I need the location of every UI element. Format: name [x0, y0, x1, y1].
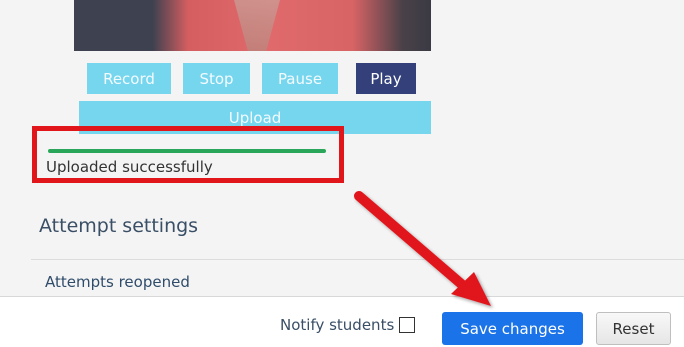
- attempts-reopened-heading: Attempts reopened: [45, 273, 190, 291]
- reset-button[interactable]: Reset: [596, 312, 671, 345]
- notify-students-label: Notify students: [280, 316, 395, 334]
- recorder-panel: Record Stop Pause Play Upload Uploaded s…: [0, 0, 684, 296]
- pause-button[interactable]: Pause: [262, 63, 338, 94]
- record-button[interactable]: Record: [87, 63, 171, 94]
- video-preview[interactable]: [74, 0, 431, 51]
- play-button[interactable]: Play: [356, 63, 416, 94]
- section-title: Attempt settings: [39, 215, 199, 237]
- footer-divider: [0, 296, 684, 297]
- save-changes-button[interactable]: Save changes: [442, 312, 583, 345]
- video-subject: [234, 0, 280, 51]
- stop-button[interactable]: Stop: [183, 63, 250, 94]
- notify-students-option[interactable]: Notify students: [280, 316, 416, 334]
- notify-students-checkbox[interactable]: [399, 317, 416, 333]
- red-highlight-box: [32, 126, 344, 183]
- divider: [31, 259, 684, 260]
